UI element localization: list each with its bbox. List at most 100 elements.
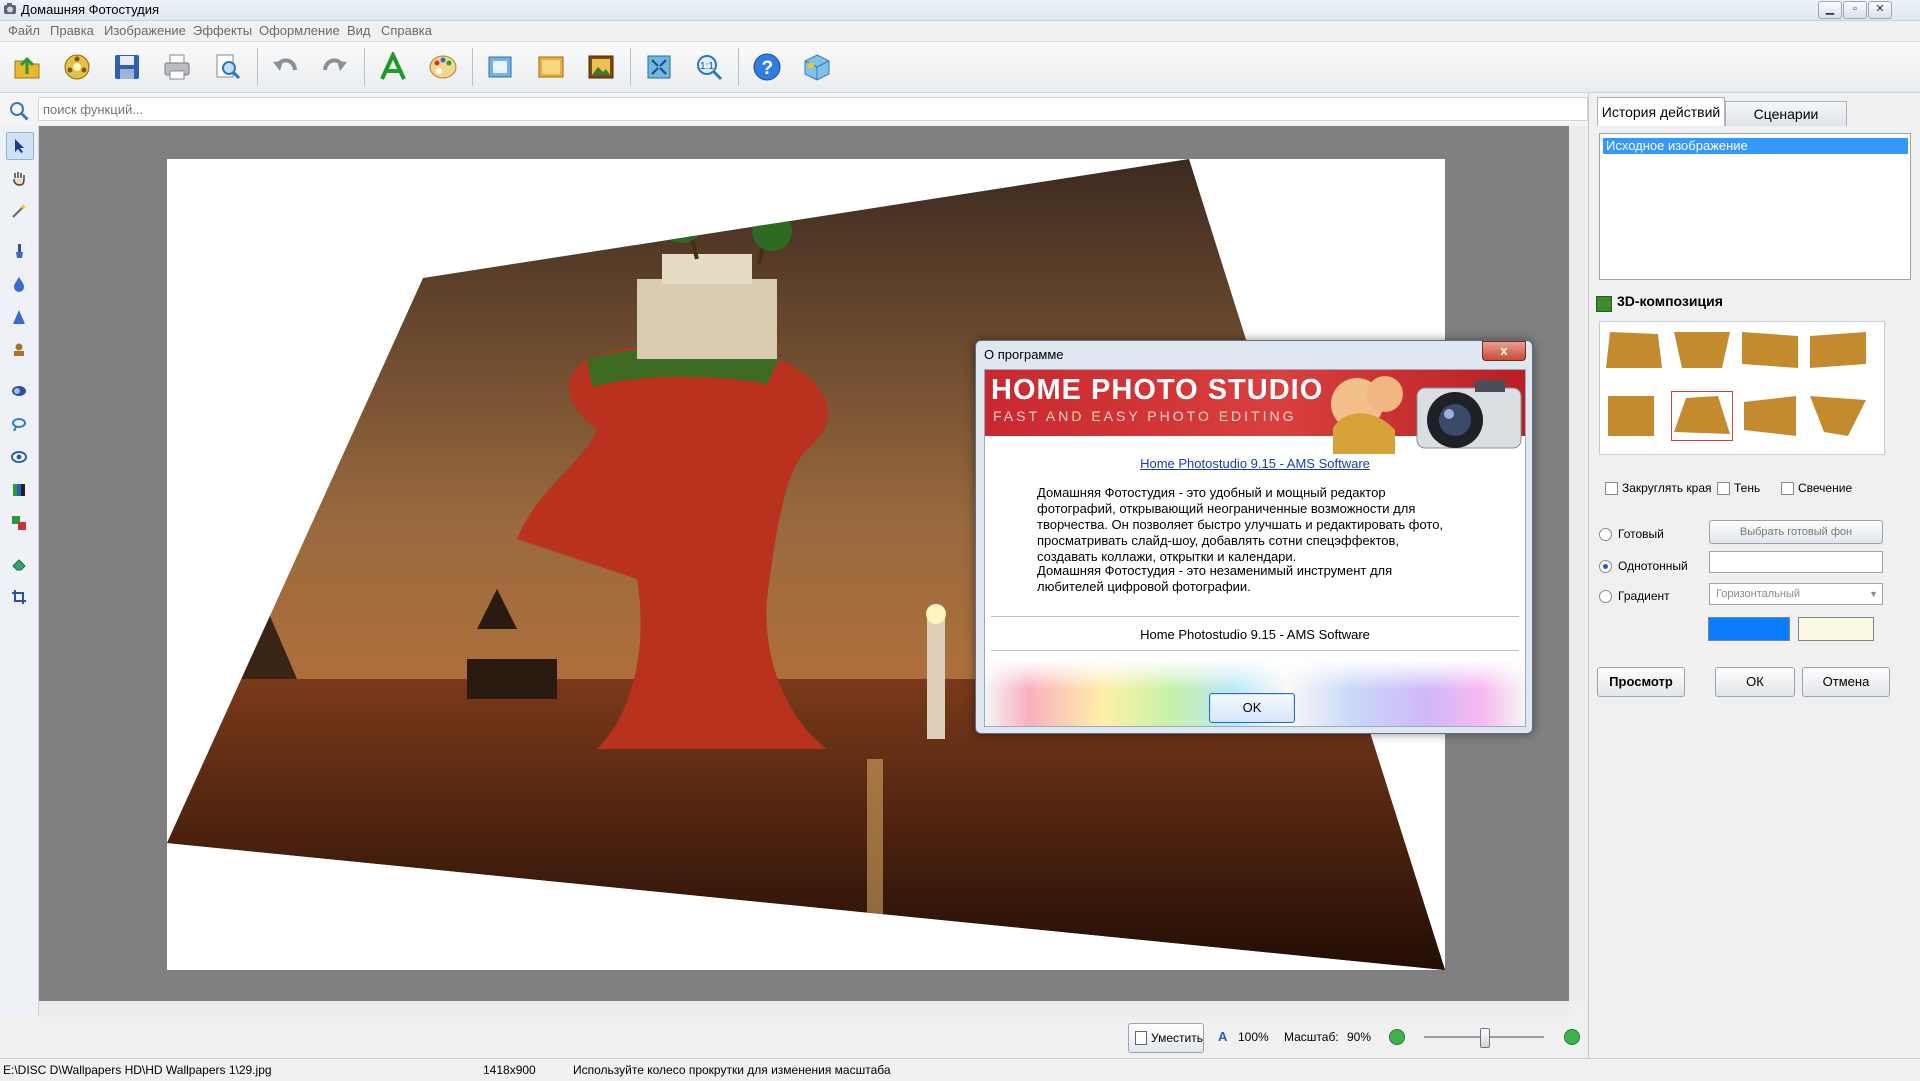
thumbnail-3[interactable]: [1740, 326, 1800, 374]
gradient-color-1-swatch[interactable]: [1708, 617, 1790, 641]
vertical-scrollbar[interactable]: [1569, 126, 1585, 1001]
maximize-button[interactable]: ▫: [1843, 1, 1867, 19]
preview-button[interactable]: Просмотр: [1597, 667, 1685, 697]
zoom-slider-handle[interactable]: [1480, 1028, 1490, 1048]
thumbnail-2[interactable]: [1672, 326, 1732, 374]
zoom-label: Масштаб:: [1284, 1030, 1339, 1044]
zoom-out-icon[interactable]: [1389, 1029, 1405, 1045]
rainbow-fade: [985, 660, 1525, 690]
thumbnail-4[interactable]: [1808, 326, 1868, 374]
glow-option[interactable]: Свечение: [1781, 481, 1852, 495]
bg-solid-radio[interactable]: [1599, 559, 1612, 573]
levels-icon[interactable]: [6, 477, 32, 503]
redo-icon[interactable]: [316, 48, 354, 86]
drop-icon[interactable]: [6, 271, 32, 297]
menu-help[interactable]: Справка: [381, 23, 432, 38]
cone-icon[interactable]: [6, 304, 32, 330]
horizontal-scrollbar[interactable]: [39, 1001, 1569, 1017]
app-icon: [4, 3, 16, 14]
toolbar-separator: [738, 48, 739, 86]
palette-icon[interactable]: [424, 48, 462, 86]
menu-effects[interactable]: Эффекты: [193, 23, 252, 38]
zoom-in-icon[interactable]: [1564, 1029, 1580, 1045]
glow-checkbox[interactable]: [1781, 481, 1794, 495]
shadow-checkbox[interactable]: [1717, 481, 1730, 495]
package-icon[interactable]: [798, 48, 836, 86]
dialog-title: О программе: [984, 347, 1064, 362]
menu-file[interactable]: Файл: [8, 23, 40, 38]
product-link[interactable]: Home Photostudio 9.15 - AMS Software: [985, 456, 1525, 471]
menu-design[interactable]: Оформление: [259, 23, 340, 38]
banner-title: HOME PHOTO STUDIO: [991, 374, 1324, 406]
banner-subtitle: FAST AND EASY PHOTO EDITING: [993, 408, 1297, 424]
file-path: E:\DISC D\Wallpapers HD\HD Wallpapers 1\…: [3, 1063, 272, 1077]
backdrop-icon[interactable]: [532, 48, 570, 86]
thumbnail-5[interactable]: [1604, 392, 1664, 440]
bg-gradient-radio[interactable]: [1599, 589, 1612, 603]
thumbnail-7[interactable]: [1740, 392, 1800, 440]
text-icon[interactable]: [374, 48, 412, 86]
menu-edit[interactable]: Правка: [50, 23, 94, 38]
main-toolbar: 1:1 ?: [0, 42, 1920, 93]
effects-wheel-icon[interactable]: [58, 48, 96, 86]
dialog-ok-button[interactable]: OK: [1209, 693, 1295, 723]
fit-screen-icon[interactable]: [640, 48, 678, 86]
status-bar: E:\DISC D\Wallpapers HD\HD Wallpapers 1\…: [0, 1058, 1920, 1081]
bg-solid-option[interactable]: Однотонный: [1599, 559, 1688, 573]
gradient-select[interactable]: Горизонтальный ▼: [1709, 583, 1883, 605]
tab-history[interactable]: История действий: [1597, 97, 1725, 126]
magic-wand-icon[interactable]: [6, 198, 32, 224]
bg-gradient-option[interactable]: Градиент: [1599, 589, 1670, 603]
lens-icon[interactable]: [6, 378, 32, 404]
right-panel: История действий Сценарии Исходное изобр…: [1588, 93, 1920, 1058]
menu-view[interactable]: Вид: [347, 23, 371, 38]
thumbnail-6[interactable]: [1671, 391, 1733, 441]
search-icon: [10, 102, 29, 121]
menu-image[interactable]: Изображение: [104, 23, 186, 38]
fit-button[interactable]: Уместить: [1128, 1023, 1204, 1053]
cancel-button[interactable]: Отмена: [1802, 667, 1890, 697]
swap-icon[interactable]: [6, 510, 32, 536]
crop-icon[interactable]: [6, 584, 32, 610]
eye-icon[interactable]: [6, 444, 32, 470]
thumbnail-8[interactable]: [1808, 392, 1868, 440]
choose-background-button[interactable]: Выбрать готовый фон: [1709, 520, 1883, 544]
toolbar-separator: [630, 48, 631, 86]
collage-icon[interactable]: [582, 48, 620, 86]
thumbnail-1[interactable]: [1604, 326, 1664, 374]
shadow-option[interactable]: Тень: [1717, 481, 1760, 495]
pointer-icon[interactable]: [6, 132, 34, 160]
dialog-divider: [991, 650, 1519, 651]
search-input[interactable]: [38, 97, 1588, 121]
save-icon[interactable]: [108, 48, 146, 86]
hand-icon[interactable]: [6, 165, 32, 191]
minimize-button[interactable]: ▁: [1818, 1, 1842, 19]
bg-ready-option[interactable]: Готовый: [1599, 527, 1664, 541]
open-icon[interactable]: [8, 48, 46, 86]
help-icon[interactable]: ?: [748, 48, 786, 86]
zoom-bar: Уместить A 100% Масштаб: 90%: [0, 1017, 1588, 1057]
close-window-button[interactable]: ✕: [1868, 1, 1892, 19]
actual-size-button[interactable]: 100%: [1238, 1030, 1269, 1044]
preview-icon[interactable]: [208, 48, 246, 86]
apply-ok-button[interactable]: ОК: [1715, 667, 1795, 697]
gradient-color-2-swatch[interactable]: [1798, 617, 1874, 641]
round-edges-checkbox[interactable]: [1605, 481, 1618, 495]
about-description: Домашняя Фотостудия - это удобный и мощн…: [1037, 485, 1444, 564]
undo-icon[interactable]: [266, 48, 304, 86]
lasso-icon[interactable]: [6, 411, 32, 437]
actual-size-icon[interactable]: 1:1: [690, 48, 728, 86]
frames-icon[interactable]: [482, 48, 520, 86]
stamp-icon[interactable]: [6, 337, 32, 363]
list-item[interactable]: Исходное изображение: [1603, 138, 1908, 154]
menu-bar: Файл Правка Изображение Эффекты Оформлен…: [0, 21, 1920, 42]
close-icon: x: [1500, 343, 1508, 358]
eraser-icon[interactable]: [6, 551, 32, 577]
brush-icon[interactable]: [6, 238, 32, 264]
round-edges-option[interactable]: Закруглять края: [1605, 481, 1712, 495]
tab-scenarios[interactable]: Сценарии: [1725, 101, 1847, 126]
solid-color-field[interactable]: [1709, 551, 1883, 573]
dialog-close-button[interactable]: x: [1482, 341, 1526, 361]
print-icon[interactable]: [158, 48, 196, 86]
bg-ready-radio[interactable]: [1599, 527, 1612, 541]
